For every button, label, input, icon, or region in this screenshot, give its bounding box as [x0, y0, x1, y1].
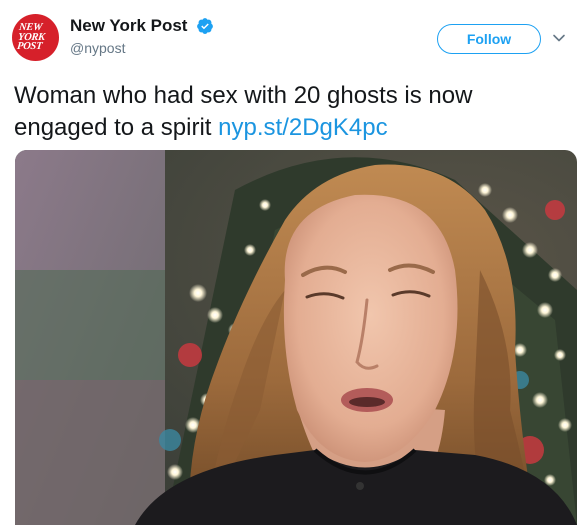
author-display-name[interactable]: New York Post — [70, 16, 187, 36]
nypost-logo: NEW YORK POST — [16, 22, 56, 52]
tweet-header: NEW YORK POST New York Post @nypost Foll… — [12, 14, 566, 62]
logo-line-3: POST — [16, 41, 43, 52]
chevron-down-icon[interactable] — [552, 31, 566, 45]
avatar[interactable]: NEW YORK POST — [12, 14, 59, 61]
verified-badge-icon — [197, 18, 213, 34]
photo-woman-christmas-tree — [15, 150, 577, 525]
author-handle[interactable]: @nypost — [70, 40, 214, 56]
tweet-link[interactable]: nyp.st/2DgK4pc — [218, 114, 387, 141]
tweet-card: NEW YORK POST New York Post @nypost Foll… — [0, 0, 578, 525]
tweet-media-photo[interactable] — [15, 150, 577, 525]
author-block: New York Post @nypost — [70, 16, 214, 56]
follow-button[interactable]: Follow — [437, 24, 541, 54]
tweet-text: Woman who had sex with 20 ghosts is now … — [14, 80, 566, 144]
